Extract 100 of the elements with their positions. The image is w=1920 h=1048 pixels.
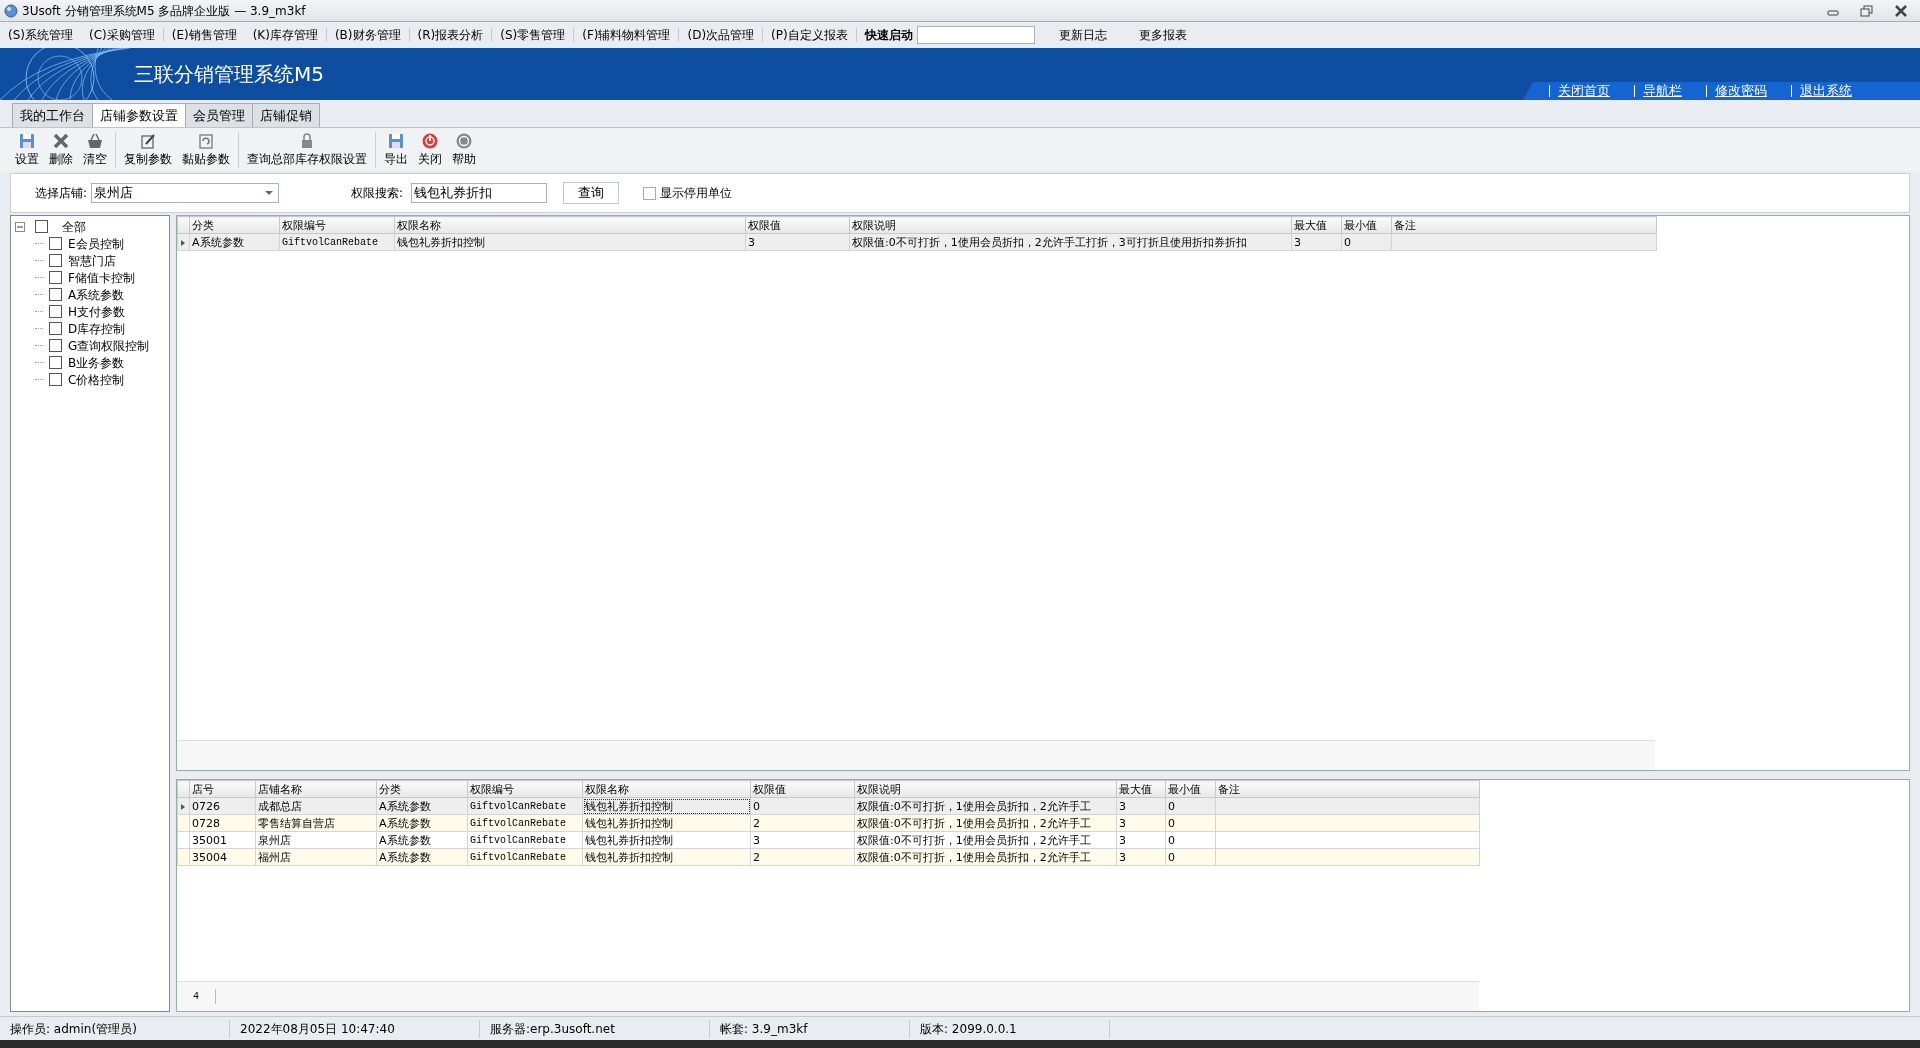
floppy-icon (18, 131, 36, 150)
status-text: 操作员: admin(管理员) (0, 1019, 230, 1038)
column-header[interactable]: 权限名称 (394, 216, 746, 234)
status-text: 帐套: 3.9_m3kf (710, 1019, 910, 1038)
toolbar-button[interactable]: 帮助 (447, 131, 481, 168)
close-icon (1894, 4, 1908, 18)
tree-item[interactable]: A系统参数 (68, 285, 125, 304)
restore-icon (1860, 4, 1874, 18)
checkbox[interactable] (49, 254, 62, 267)
tab[interactable]: 会员管理 (185, 102, 253, 127)
table-cell: 0 (1165, 831, 1216, 849)
tab[interactable]: 店铺促销 (252, 102, 320, 127)
toolbar-button[interactable]: 关闭 (413, 131, 447, 168)
table-cell: 钱包礼券折扣控制 (582, 831, 751, 849)
status-text: 服务器:erp.3usoft.net (480, 1019, 710, 1038)
tab[interactable]: 我的工作台 (12, 102, 93, 127)
checkbox[interactable] (49, 237, 62, 250)
menu-item[interactable]: 更多报表 (1130, 26, 1195, 44)
header-link[interactable]: 退出系统 (1800, 81, 1852, 100)
menu-item[interactable]: (E)销售管理 (163, 26, 245, 44)
store-dropdown[interactable]: 泉州店 (91, 183, 280, 203)
column-header[interactable]: 最大值 (1291, 216, 1342, 234)
checkbox[interactable] (49, 322, 62, 335)
toolbar-button[interactable]: 设置 (10, 131, 44, 168)
quick-launch-field[interactable] (916, 26, 1035, 44)
menu-item[interactable]: (F)辅料物料管理 (574, 26, 679, 44)
column-header[interactable]: 权限值 (745, 216, 850, 234)
menu-item[interactable]: (S)系统管理 (0, 26, 81, 44)
toolbar-button[interactable]: 删除 (44, 131, 78, 168)
column-header[interactable]: 权限名称 (582, 780, 751, 798)
tree-item[interactable]: 智慧门店 (68, 251, 116, 270)
help-icon (455, 131, 473, 150)
table-cell: 泉州店 (255, 831, 377, 849)
app-icon (4, 3, 18, 18)
column-header[interactable]: 最小值 (1341, 216, 1392, 234)
checkbox[interactable] (49, 356, 62, 369)
column-header[interactable]: 分类 (189, 216, 280, 234)
tree-item[interactable]: B业务参数 (68, 353, 125, 372)
column-header[interactable]: 分类 (376, 780, 468, 798)
table-cell: GiftvolCanRebate (467, 831, 583, 849)
header-link[interactable]: 修改密码 (1715, 81, 1767, 100)
menu-item[interactable]: (C)采购管理 (81, 26, 163, 44)
column-header[interactable]: 权限值 (750, 780, 855, 798)
tree-item[interactable]: C价格控制 (68, 370, 125, 389)
tree-item[interactable]: H支付参数 (68, 302, 126, 321)
status-text: 版本: 2099.0.0.1 (910, 1019, 1110, 1038)
column-header[interactable]: 最大值 (1116, 780, 1166, 798)
tree-item[interactable]: E会员控制 (68, 234, 124, 253)
header-link[interactable]: 关闭首页 (1558, 81, 1610, 100)
table-cell: 权限值:0不可打折，1使用会员折扣，2允许手工 (854, 831, 1117, 849)
column-header[interactable]: 权限编号 (279, 216, 395, 234)
checkbox[interactable] (35, 220, 48, 233)
row-count: 4 (177, 989, 216, 1004)
column-header[interactable]: 权限编号 (467, 780, 583, 798)
toolbar-button[interactable]: 黏贴参数 (177, 131, 235, 168)
toolbar-button[interactable]: 导出 (379, 131, 413, 168)
cross-icon (52, 131, 70, 150)
toolbar-button[interactable]: 清空 (78, 131, 112, 168)
menu-item[interactable]: (K)库存管理 (244, 26, 326, 44)
column-header[interactable]: 备注 (1215, 780, 1480, 798)
toolbar-button[interactable]: 复制参数 (119, 131, 177, 168)
column-header[interactable]: 权限说明 (849, 216, 1292, 234)
tree-item[interactable]: F储值卡控制 (68, 268, 135, 287)
table-cell: 3 (1116, 831, 1166, 849)
table-cell: 3 (750, 831, 855, 849)
checkbox[interactable] (49, 339, 62, 352)
search-field[interactable]: 钱包礼券折扣 (411, 183, 548, 203)
table-cell: A系统参数 (376, 831, 468, 849)
column-header[interactable]: 备注 (1391, 216, 1657, 234)
query-button[interactable]: 查询 (563, 182, 620, 204)
tree-item[interactable]: 全部 (62, 217, 86, 236)
tree-item[interactable]: D库存控制 (68, 319, 126, 338)
checkbox[interactable] (49, 373, 62, 386)
column-header[interactable]: 权限说明 (854, 780, 1117, 798)
checkbox[interactable] (49, 288, 62, 301)
row-indicator-icon (180, 802, 186, 811)
status-text: 2022年08月05日 10:47:40 (230, 1019, 480, 1038)
menu-item[interactable]: (P)自定义报表 (763, 26, 856, 44)
power-icon (421, 131, 439, 150)
menu-item[interactable]: (B)财务管理 (326, 26, 409, 44)
menu-item[interactable]: (D)次品管理 (679, 26, 763, 44)
tree-item[interactable]: G查询权限控制 (68, 336, 150, 355)
column-header[interactable]: 店铺名称 (255, 780, 377, 798)
menu-item[interactable]: (R)报表分析 (409, 26, 492, 44)
collapse-icon[interactable] (15, 221, 25, 232)
store-label: 选择店铺: (35, 185, 88, 202)
checkbox[interactable] (49, 305, 62, 318)
basket-icon (86, 131, 104, 150)
checkbox[interactable] (49, 271, 62, 284)
column-header[interactable]: 最小值 (1165, 780, 1216, 798)
table-cell: 35001 (189, 831, 256, 849)
banner-title: 三联分销管理系统M5 (134, 61, 324, 88)
menu-item[interactable]: 更新日志 (1050, 26, 1115, 44)
menu-item[interactable]: (S)零售管理 (492, 26, 574, 44)
toolbar-button[interactable]: 查询总部库存权限设置 (242, 131, 372, 168)
header-link[interactable]: 导航栏 (1643, 81, 1682, 100)
column-header[interactable]: 店号 (189, 780, 256, 798)
search-label: 权限搜索: (350, 185, 404, 202)
tab[interactable]: 店铺参数设置 (92, 102, 186, 127)
paste-icon (197, 131, 215, 150)
